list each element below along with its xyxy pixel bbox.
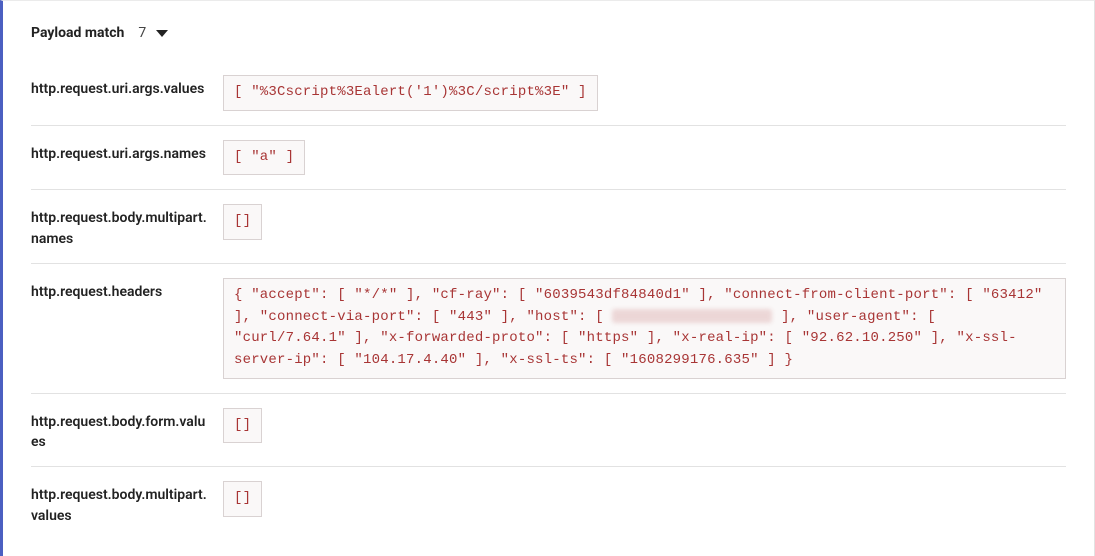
field-value: []: [223, 204, 1066, 240]
redacted-value: [612, 309, 772, 323]
payload-row: http.request.body.multipart.values []: [31, 467, 1066, 540]
field-name: http.request.uri.args.names: [31, 140, 209, 164]
field-name: http.request.body.multipart.names: [31, 204, 209, 249]
header-count: 7: [138, 25, 146, 41]
code-value: [ "a" ]: [223, 140, 305, 176]
rows-container: http.request.uri.args.values [ "%3Cscript…: [31, 61, 1066, 540]
payload-row: http.request.uri.args.values [ "%3Cscript…: [31, 61, 1066, 126]
code-value: []: [223, 408, 262, 444]
field-value: [ "a" ]: [223, 140, 1066, 176]
payload-panel: Payload match 7 http.request.uri.args.va…: [0, 0, 1095, 556]
payload-row: http.request.body.multipart.names []: [31, 190, 1066, 264]
field-name: http.request.headers: [31, 278, 209, 302]
field-value: [ "%3Cscript%3Ealert('1')%3C/script%3E" …: [223, 75, 1066, 111]
code-value: { "accept": [ "*/*" ], "cf-ray": [ "6039…: [223, 278, 1066, 379]
payload-row: http.request.uri.args.names [ "a" ]: [31, 126, 1066, 191]
code-value: []: [223, 204, 262, 240]
panel-header[interactable]: Payload match 7: [31, 25, 1066, 41]
header-label: Payload match: [31, 25, 124, 41]
field-value: { "accept": [ "*/*" ], "cf-ray": [ "6039…: [223, 278, 1066, 379]
field-name: http.request.body.multipart.values: [31, 481, 209, 526]
code-value: []: [223, 481, 262, 517]
code-value: [ "%3Cscript%3Ealert('1')%3C/script%3E" …: [223, 75, 598, 111]
field-value: []: [223, 408, 1066, 444]
chevron-down-icon[interactable]: [156, 30, 168, 37]
field-name: http.request.uri.args.values: [31, 75, 209, 99]
field-name: http.request.body.form.values: [31, 408, 209, 453]
field-value: []: [223, 481, 1066, 517]
payload-row: http.request.headers { "accept": [ "*/*" …: [31, 264, 1066, 394]
payload-row: http.request.body.form.values []: [31, 394, 1066, 468]
